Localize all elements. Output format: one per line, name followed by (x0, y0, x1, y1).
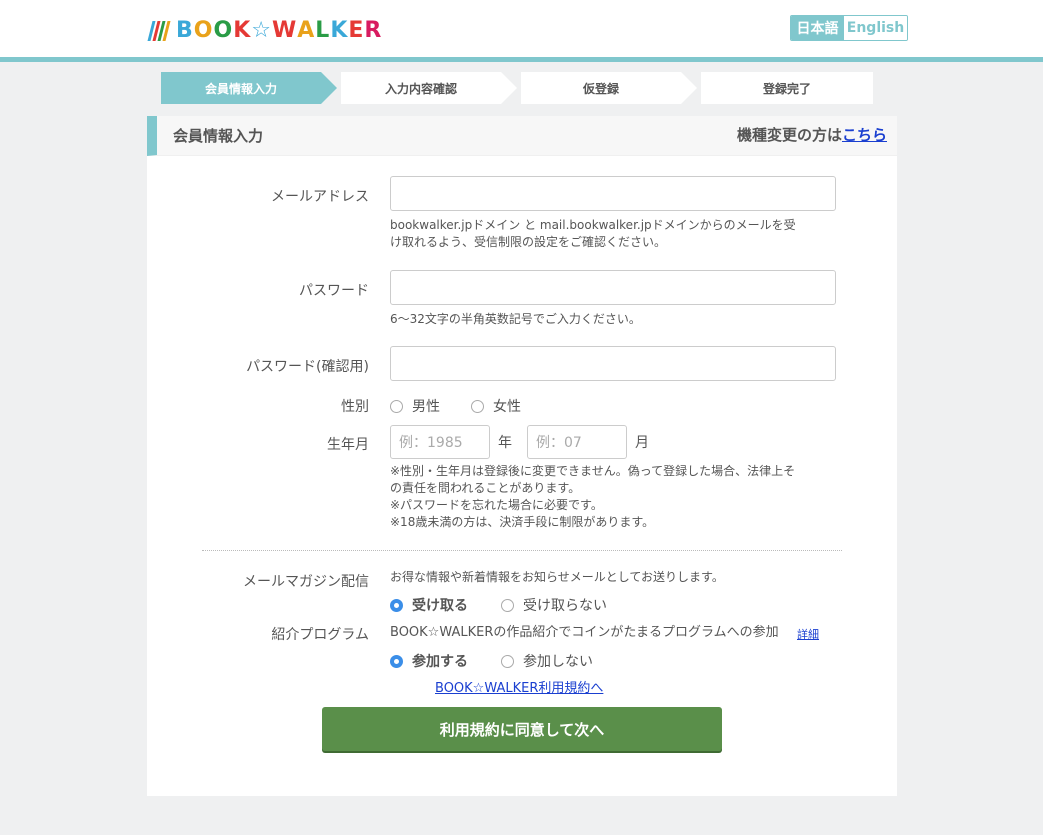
registration-steps: 会員情報入力 入力内容確認 仮登録 登録完了 (161, 72, 873, 104)
radio-icon (390, 598, 403, 612)
logo-letter: O (193, 17, 214, 43)
gender-male-radio[interactable]: 男性 (390, 396, 440, 416)
birth-year-unit: 年 (498, 435, 512, 451)
birth-month-unit: 月 (635, 435, 649, 451)
logo-letter: O (213, 17, 234, 43)
magazine-desc: お得な情報や新着情報をお知らせメールとしてお送りします。 (390, 570, 724, 584)
agree-next-button[interactable]: 利用規約に同意して次へ (322, 707, 722, 751)
referral-detail-link[interactable]: 詳細 (797, 626, 819, 642)
birth-year-input[interactable]: 例：1985 (390, 425, 490, 459)
gender-female-radio[interactable]: 女性 (471, 396, 521, 416)
referral-no-radio[interactable]: 参加しない (501, 651, 593, 671)
section-divider (202, 550, 842, 551)
site-header: B O O K ☆ W A L K E R 日本語 English (0, 0, 1043, 62)
radio-icon (501, 598, 514, 612)
password-label: パスワード (299, 283, 369, 299)
device-change-link[interactable]: こちら (842, 126, 887, 144)
password-confirm-field[interactable] (390, 346, 836, 381)
password-note: 6〜32文字の半角英数記号でご入力ください。 (390, 312, 641, 326)
magazine-no-radio[interactable]: 受け取らない (501, 595, 607, 615)
radio-icon (390, 654, 403, 668)
magazine-label: メールマガジン配信 (243, 574, 369, 590)
password-confirm-label: パスワード(確認用) (246, 359, 369, 375)
lang-japanese-button[interactable]: 日本語 (791, 16, 844, 40)
logo-letter: K (233, 17, 252, 43)
password-field[interactable] (390, 270, 836, 305)
referral-label: 紹介プログラム (271, 627, 369, 643)
logo-mark-icon (147, 19, 171, 41)
logo-letter: K (330, 17, 349, 43)
panel-header: 会員情報入力 機種変更の方はこちら (147, 116, 897, 156)
referral-yes-radio[interactable]: 参加する (390, 651, 468, 671)
radio-icon (471, 399, 484, 413)
radio-icon (501, 654, 514, 668)
step-provisional: 仮登録 (521, 72, 697, 104)
step-complete: 登録完了 (701, 72, 873, 104)
logo-letter: L (315, 17, 331, 43)
logo-letter: R (364, 17, 383, 43)
registration-panel: 会員情報入力 機種変更の方はこちら メールアドレス bookwalker.jpド… (147, 116, 897, 796)
language-switcher: 日本語 English (790, 15, 908, 41)
page-title: 会員情報入力 (173, 127, 264, 145)
birth-month-input[interactable]: 例：07 (527, 425, 627, 459)
lang-english-button[interactable]: English (844, 16, 907, 40)
logo-letter: W (271, 17, 298, 43)
logo-letter: A (297, 17, 316, 43)
birth-label: 生年月 (327, 437, 369, 453)
device-change-text: 機種変更の方はこちら (736, 126, 887, 144)
logo-letter: ☆ (251, 17, 272, 43)
step-confirm: 入力内容確認 (341, 72, 517, 104)
email-note: bookwalker.jpドメイン と mail.bookwalker.jpドメ… (390, 218, 796, 249)
radio-icon (390, 399, 403, 413)
step-member-info: 会員情報入力 (161, 72, 337, 104)
gender-label: 性別 (341, 399, 369, 415)
referral-desc: BOOK☆WALKERの作品紹介でコインがたまるプログラムへの参加 (390, 625, 779, 640)
terms-link[interactable]: BOOK☆WALKER利用規約へ (435, 677, 603, 696)
bookwalker-logo[interactable]: B O O K ☆ W A L K E R (147, 16, 382, 44)
logo-letter: E (348, 17, 365, 43)
birth-notes: ※性別・生年月は登録後に変更できません。偽って登録した場合、法律上そ の責任を問… (390, 464, 796, 529)
logo-text: B O O K ☆ W A L K E R (176, 18, 382, 43)
email-label: メールアドレス (271, 189, 369, 205)
magazine-yes-radio[interactable]: 受け取る (390, 595, 468, 615)
logo-letter: B (176, 17, 194, 43)
email-field[interactable] (390, 176, 836, 211)
